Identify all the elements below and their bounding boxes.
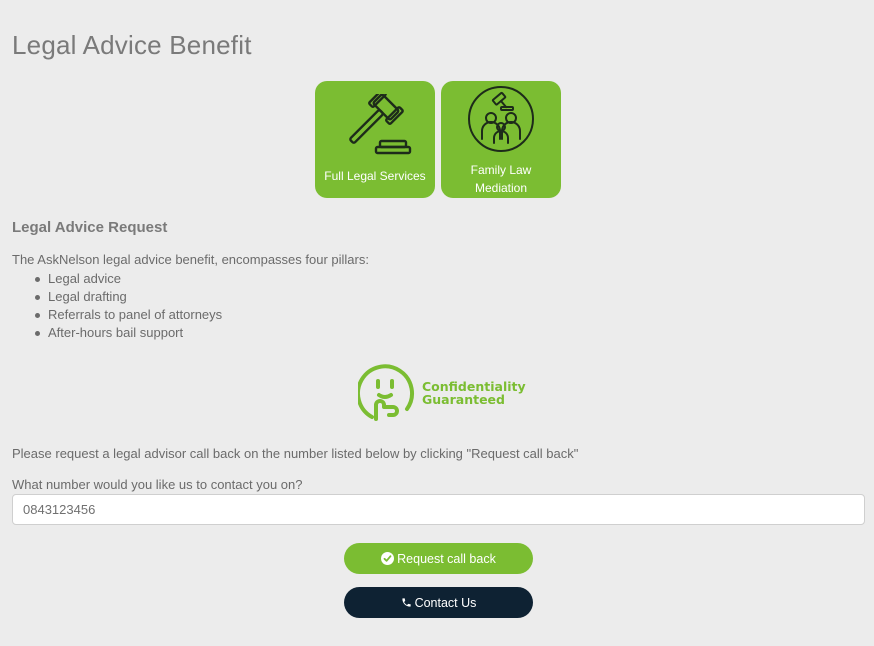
list-item: Legal advice <box>34 270 222 288</box>
callback-instruction: Please request a legal advisor call back… <box>12 446 579 461</box>
family-mediation-icon <box>467 85 535 153</box>
gavel-icon <box>333 91 417 163</box>
shush-face-icon <box>358 364 415 421</box>
confidentiality-badge: Confidentiality Guaranteed <box>358 361 526 425</box>
tile-full-legal-services[interactable]: Full Legal Services <box>315 81 435 198</box>
list-item: Referrals to panel of attorneys <box>34 307 223 322</box>
contact-us-label: Contact Us <box>414 595 477 610</box>
page-title: Legal Advice Benefit <box>12 30 252 60</box>
tile-family-law-mediation[interactable]: Family Law Mediation <box>441 81 561 198</box>
service-tiles: Full Legal Services Family Law Mediation <box>315 81 561 198</box>
intro-text: The AskNelson legal advice benefit, enco… <box>12 252 369 267</box>
tile-label: Full Legal Services <box>324 169 426 183</box>
section-title: Legal Advice Request <box>12 219 168 236</box>
pillars-list: Legal advice Legal drafting Referrals to… <box>34 270 223 342</box>
badge-line-2: Guaranteed <box>422 392 505 407</box>
tile-label: Family Law Mediation <box>470 163 532 195</box>
request-call-back-button[interactable]: Request call back <box>344 543 533 574</box>
phone-field-label: What number would you like us to contact… <box>12 477 303 492</box>
contact-us-button[interactable]: Contact Us <box>344 587 533 618</box>
phone-icon <box>401 597 412 608</box>
list-item: Legal drafting <box>34 288 222 306</box>
list-item: After-hours bail support <box>34 324 222 342</box>
request-call-back-label: Request call back <box>397 551 496 566</box>
check-circle-icon <box>381 552 395 565</box>
phone-number-input[interactable] <box>12 494 865 525</box>
